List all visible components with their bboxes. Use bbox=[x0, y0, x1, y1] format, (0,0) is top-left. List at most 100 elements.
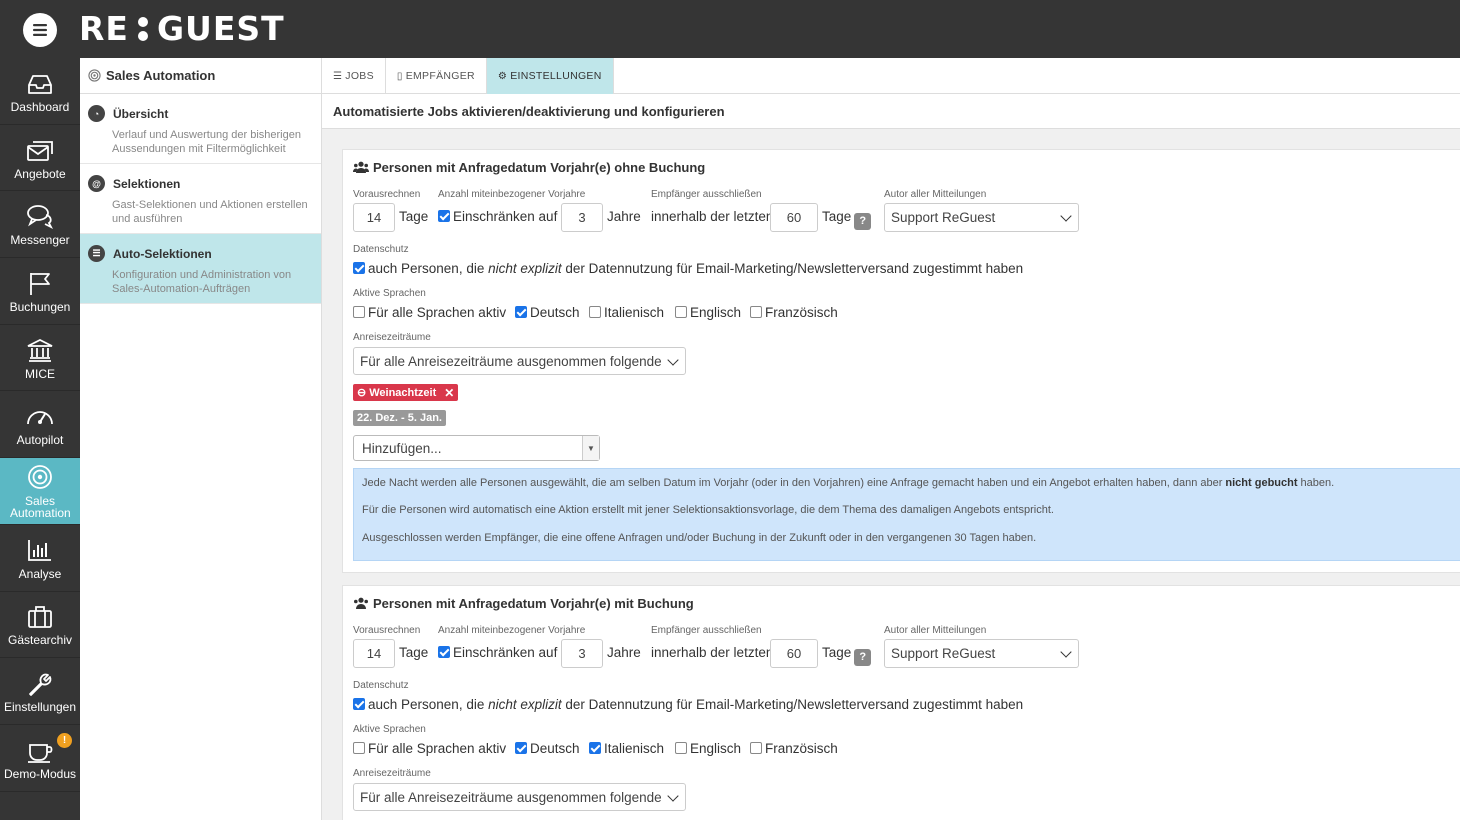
nav-item-demo-modus[interactable]: Demo-Modus! bbox=[0, 725, 80, 792]
lang-italienisch-checkbox[interactable]: Italienisch bbox=[589, 305, 664, 320]
checkbox-checked-icon bbox=[353, 262, 365, 274]
subnav-item-uebersicht[interactable]: ◔ Übersicht Verlauf und Auswertung der bi… bbox=[80, 94, 321, 164]
clipboard-icon: ▯ bbox=[396, 70, 403, 82]
nav-item-sales-automation[interactable]: Sales Automation bbox=[0, 458, 80, 525]
lang-all-checkbox[interactable]: Für alle Sprachen aktiv bbox=[353, 305, 506, 320]
nav-item-angebote[interactable]: Angebote bbox=[0, 125, 80, 192]
sprachen-label: Aktive Sprachen bbox=[353, 724, 426, 735]
tage-input[interactable]: 60 bbox=[770, 203, 818, 232]
tage-help: Tage? bbox=[822, 209, 872, 230]
chat-icon bbox=[27, 205, 54, 230]
lang-englisch-checkbox[interactable]: Englisch bbox=[675, 741, 741, 756]
nav-item-gästearchiv[interactable]: Gästearchiv bbox=[0, 592, 80, 659]
add-period-combobox[interactable]: Hinzufügen... ▼ bbox=[353, 435, 600, 461]
job-settings-row: Vorausrechnen Anzahl miteinbezogener Vor… bbox=[353, 625, 1460, 669]
checkbox-label: Italienisch bbox=[604, 305, 665, 320]
list-icon: ☰ bbox=[88, 245, 105, 262]
datenschutz-checkbox[interactable]: auch Personen, die nicht explizit der Da… bbox=[353, 697, 1023, 712]
tage-label: Tage bbox=[399, 209, 429, 224]
minus-circle-icon: ⊖ bbox=[357, 387, 367, 399]
jahre-label: Jahre bbox=[607, 209, 641, 224]
einschraenken-checkbox[interactable]: Einschränken auf bbox=[438, 209, 557, 224]
remove-period-button[interactable]: ✕ bbox=[444, 386, 454, 400]
subnav-header: Sales Automation bbox=[80, 58, 321, 94]
ds-text: auch Personen, die bbox=[368, 261, 489, 276]
tab-empfaenger[interactable]: ▯ EMPFÄNGER bbox=[386, 58, 487, 94]
datenschutz-label: Datenschutz bbox=[353, 244, 409, 255]
sprachen-label: Aktive Sprachen bbox=[353, 288, 426, 299]
nav-item-autopilot[interactable]: Autopilot bbox=[0, 391, 80, 459]
help-icon[interactable]: ? bbox=[854, 648, 872, 666]
period-dates-badge: 22. Dez. - 5. Jan. bbox=[353, 410, 446, 426]
gauge-icon: ◔ bbox=[88, 105, 105, 122]
job-title: Personen mit Anfragedatum Vorjahr(e) ohn… bbox=[373, 159, 706, 175]
envelopes-icon bbox=[27, 140, 53, 161]
subnav-item-title: Selektionen bbox=[113, 176, 181, 191]
tage-input[interactable]: 60 bbox=[770, 639, 818, 668]
chevron-down-icon bbox=[667, 790, 679, 802]
period-tag-label: Weinachtzeit bbox=[369, 386, 437, 399]
gear-icon: ⚙ bbox=[497, 70, 508, 82]
info-text: Jede Nacht werden alle Personen ausgewäh… bbox=[362, 476, 1223, 489]
lang-deutsch-checkbox[interactable]: Deutsch bbox=[515, 741, 580, 756]
vorausrechnen-input[interactable]: 14 bbox=[353, 639, 395, 668]
jahre-input[interactable]: 3 bbox=[561, 639, 603, 668]
tab-label: EMPFÄNGER bbox=[405, 70, 475, 82]
checkbox-checked-icon bbox=[353, 698, 365, 710]
checkbox-checked-icon bbox=[515, 306, 527, 318]
subnav-item-selektionen[interactable]: @ Selektionen Gast-Selektionen und Aktion… bbox=[80, 164, 321, 234]
chart-icon bbox=[28, 539, 51, 561]
datenschutz-checkbox[interactable]: auch Personen, die nicht explizit der Da… bbox=[353, 261, 1023, 276]
lang-italienisch-checkbox[interactable]: Italienisch bbox=[589, 741, 664, 756]
users-icon bbox=[354, 597, 368, 609]
nav-item-mice[interactable]: MICE bbox=[0, 325, 80, 392]
checkbox-empty-icon bbox=[589, 306, 601, 318]
coffee-icon bbox=[28, 743, 53, 763]
logo-text-left: RE bbox=[79, 9, 129, 48]
nav-item-einstellungen[interactable]: Einstellungen bbox=[0, 658, 80, 725]
lang-franzoesisch-checkbox[interactable]: Französisch bbox=[750, 741, 838, 756]
checkbox-empty-icon bbox=[675, 742, 687, 754]
lang-englisch-checkbox[interactable]: Englisch bbox=[675, 305, 741, 320]
hamburger-menu-button[interactable] bbox=[23, 13, 57, 47]
reguest-logo: RE GUEST bbox=[79, 9, 285, 48]
autor-label: Autor aller Mitteilungen bbox=[884, 189, 987, 200]
checkbox-label: Englisch bbox=[690, 305, 742, 320]
nav-label: Dashboard bbox=[10, 99, 70, 114]
at-icon: @ bbox=[88, 175, 105, 192]
nav-label: MICE bbox=[25, 366, 55, 381]
info-paragraph: Für die Personen wird automatisch eine A… bbox=[362, 504, 1054, 517]
nav-label: Sales Automation bbox=[10, 493, 71, 520]
lang-all-checkbox[interactable]: Für alle Sprachen aktiv bbox=[353, 741, 506, 756]
checkbox-label: Für alle Sprachen aktiv bbox=[368, 305, 507, 320]
logo-text-right: GUEST bbox=[156, 9, 285, 48]
help-icon[interactable]: ? bbox=[854, 212, 872, 230]
checkbox-checked-icon bbox=[438, 646, 450, 658]
job-card: Personen mit Anfragedatum Vorjahr(e) ohn… bbox=[342, 149, 1460, 573]
anreise-select[interactable]: Für alle Anreisezeiträume ausgenommen fo… bbox=[353, 783, 686, 811]
lang-deutsch-checkbox[interactable]: Deutsch bbox=[515, 305, 580, 320]
anreise-select[interactable]: Für alle Anreisezeiträume ausgenommen fo… bbox=[353, 347, 686, 375]
checkbox-label: Deutsch bbox=[530, 305, 580, 320]
lang-franzoesisch-checkbox[interactable]: Französisch bbox=[750, 305, 838, 320]
nav-item-messenger[interactable]: Messenger bbox=[0, 191, 80, 259]
nav-item-dashboard[interactable]: Dashboard bbox=[0, 58, 80, 125]
nav-item-analyse[interactable]: Analyse bbox=[0, 525, 80, 592]
tab-einstellungen[interactable]: ⚙ EINSTELLUNGEN bbox=[486, 58, 614, 94]
subnav-item-auto-selektionen[interactable]: ☰ Auto-Selektionen Konfiguration und Admi… bbox=[80, 234, 321, 304]
tab-jobs[interactable]: ☰ JOBS bbox=[322, 58, 386, 94]
jahre-input[interactable]: 3 bbox=[561, 203, 603, 232]
checkbox-empty-icon bbox=[353, 306, 365, 318]
nav-label: Demo-Modus bbox=[3, 766, 77, 781]
vorausrechnen-input[interactable]: 14 bbox=[353, 203, 395, 232]
checkbox-label: Italienisch bbox=[604, 741, 665, 756]
target-icon bbox=[28, 465, 52, 489]
autor-select[interactable]: Support ReGuest bbox=[884, 203, 1079, 232]
nav-item-buchungen[interactable]: Buchungen bbox=[0, 258, 80, 325]
empfaenger-label: Empfänger ausschließen bbox=[651, 189, 762, 200]
gauge-icon bbox=[27, 411, 53, 425]
main-sidebar: Dashboard Angebote Messenger Buchungen MICE A… bbox=[0, 58, 80, 820]
einschraenken-checkbox[interactable]: Einschränken auf bbox=[438, 645, 557, 660]
checkbox-empty-icon bbox=[750, 742, 762, 754]
autor-select[interactable]: Support ReGuest bbox=[884, 639, 1079, 668]
